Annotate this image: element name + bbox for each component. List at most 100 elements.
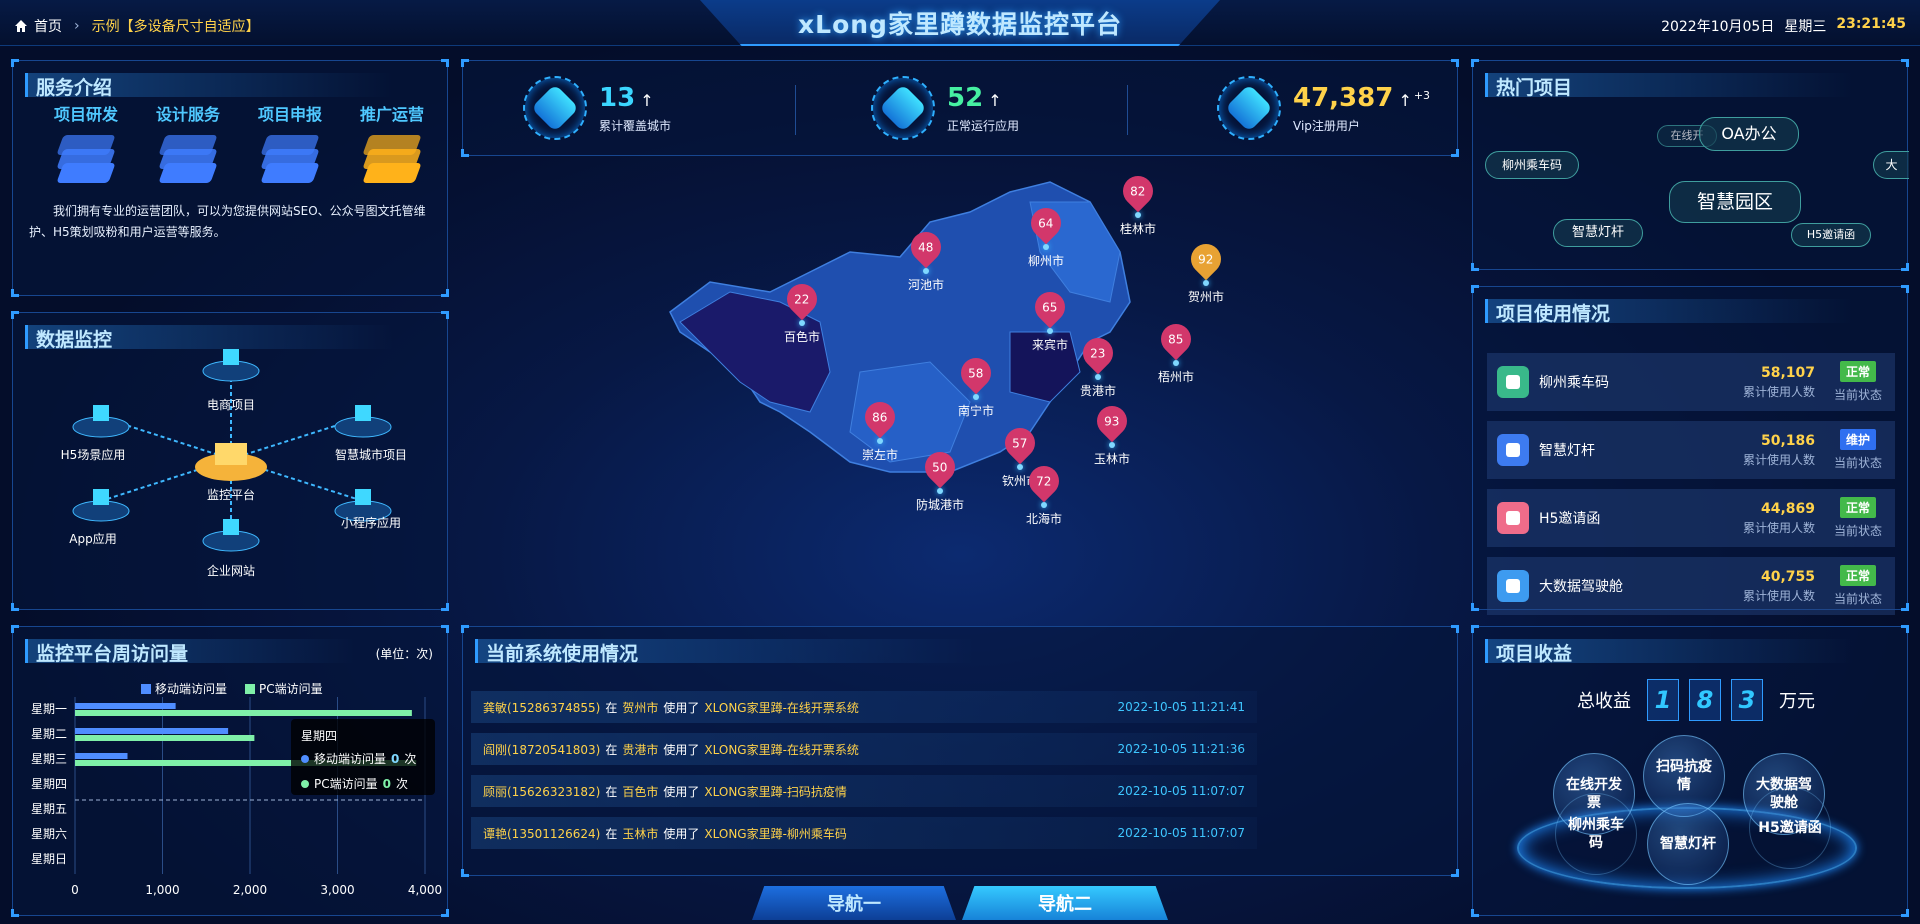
tooltip-mobile-value: 0 [391,751,400,766]
title-banner: xLong家里蹲数据监控平台 [700,0,1220,46]
service-item[interactable]: 项目研发 [41,101,131,191]
network-node-label[interactable]: 企业网站 [207,563,255,578]
project-row[interactable]: 柳州乘车码 58,107 累计使用人数 正常 当前状态 [1487,353,1895,411]
city-marker[interactable]: 86 崇左市 [848,395,912,463]
city-name: 梧州市 [1157,370,1194,384]
city-name: 桂林市 [1119,222,1156,236]
network-node-label[interactable]: 智慧城市项目 [335,447,407,462]
city-marker[interactable]: 50 防城港市 [908,445,972,513]
bar[interactable] [75,728,229,734]
legend-label[interactable]: PC端访问量 [259,682,323,696]
up-arrow-icon: ↑ [640,90,654,110]
stack-icon [54,131,118,191]
nav-button-2[interactable]: 导航二 [962,886,1168,920]
bar[interactable] [75,735,255,741]
city-marker[interactable]: 22 百色市 [770,277,834,345]
home-icon[interactable] [14,19,28,33]
network-node-label[interactable]: H5场景应用 [61,447,126,462]
chevron-right-icon: › [74,18,80,34]
revenue-ball-lamp[interactable]: 智慧灯杆 [1647,803,1729,885]
hot-tag-h5[interactable]: H5邀请函 [1791,223,1871,247]
platform-hub-label[interactable]: 监控平台 [207,487,255,502]
bar[interactable] [75,703,176,709]
city-marker[interactable]: 85 梧州市 [1144,317,1208,385]
network-node-label[interactable]: 电商项目 [207,397,255,412]
hot-tag-park[interactable]: 智慧园区 [1669,181,1801,223]
city-marker[interactable]: 64 柳州市 [1014,201,1078,269]
city-value: 86 [872,410,888,424]
city-name: 北海市 [1025,512,1062,526]
app-icon [93,489,109,505]
usage-used: 使用了 [663,826,700,841]
project-value: 40,755 [1760,568,1815,585]
city-marker[interactable]: 72 北海市 [1012,459,1076,527]
kpi-icon [523,76,587,140]
network-node-label[interactable]: App应用 [69,531,116,546]
city-marker[interactable]: 23 贵港市 [1066,331,1130,399]
city-marker[interactable]: 82 桂林市 [1106,169,1170,237]
project-row[interactable]: H5邀请函 44,869 累计使用人数 正常 当前状态 [1487,489,1895,547]
project-value: 50,186 [1760,432,1815,449]
city-name: 防城港市 [915,498,964,512]
weekly-panel: 监控平台周访问量 (单位：次) 移动端访问量 PC端访问量 0 1,000 2,000 3… [11,625,449,917]
city-dot [1041,502,1047,508]
city-value: 72 [1036,474,1052,488]
city-marker[interactable]: 58 南宁市 [944,351,1008,419]
service-item[interactable]: 设计服务 [143,101,233,191]
weekday-text: 星期三 [1784,19,1827,35]
map-pin-icon: 86 [858,395,902,439]
city-name: 百色市 [783,330,820,344]
tooltip-pc-value: 0 [382,776,391,791]
service-item[interactable]: 推广运营 [347,101,437,191]
usage-used: 使用了 [663,742,700,757]
project-row[interactable]: 大数据驾驶舱 40,755 累计使用人数 正常 当前状态 [1487,557,1895,615]
usage-row[interactable]: 顾丽(15626323182) 在百色市 使用了 XLONG家里蹲-扫码抗疫情 2022… [471,775,1257,807]
usage-in: 在 [605,784,618,799]
city-dot [973,394,979,400]
hot-tag-more[interactable]: 大 [1873,151,1909,179]
nav-button-1[interactable]: 导航一 [752,886,956,920]
city-marker[interactable]: 92 贺州市 [1174,237,1238,305]
service-item[interactable]: 项目申报 [245,101,335,191]
project-value-label: 累计使用人数 [1742,520,1815,535]
hot-tag-lamp[interactable]: 智慧灯杆 [1553,219,1643,247]
legend-label[interactable]: 移动端访问量 [155,682,227,696]
up-arrow-icon: ↑ [988,90,1002,110]
revenue-title: 项目收益 [1485,639,1854,665]
project-row[interactable]: 智慧灯杆 50,186 累计使用人数 维护 当前状态 [1487,421,1895,479]
city-marker[interactable]: 93 玉林市 [1080,399,1144,467]
city-dot [937,488,943,494]
usage-city: 贵港市 [622,742,659,757]
monitor-network-diagram: 电商项目 H5场景应用 智慧城市项目 App应用 小程序应用企业网站 监控平台 [61,349,407,578]
kpi-value: 52 [947,82,984,113]
city-value: 92 [1198,252,1214,266]
city-value: 65 [1042,300,1058,314]
city-marker[interactable]: 48 河池市 [894,225,958,293]
project-status-label: 当前状态 [1833,592,1882,606]
breadcrumb-example[interactable]: 示例【多设备尺寸自适应】 [92,16,260,36]
breadcrumb-home[interactable]: 首页 [34,16,62,36]
network-node-label[interactable]: 小程序应用 [341,515,401,530]
city-value: 23 [1090,346,1106,360]
revenue-ball-h5[interactable]: H5邀请函 [1749,787,1831,869]
page-title: xLong家里蹲数据监控平台 [798,10,1122,39]
service-label: 推广运营 [359,105,424,124]
usage-row[interactable]: 阎刚(18720541803) 在贵港市 使用了 XLONG家里蹲-在线开票系统 202… [471,733,1257,765]
service-label: 设计服务 [155,105,220,124]
app-icon [223,519,239,535]
usage-user: 顾丽(15626323182) [483,784,601,799]
revenue-display: 总收益 1 8 3 万元 [1577,679,1815,721]
revenue-ball-bus-code[interactable]: 柳州乘车码 [1555,793,1637,875]
bar[interactable] [75,710,412,716]
kpi-value: 47,387 [1293,82,1394,113]
hot-tag-oa[interactable]: OA办公 [1699,117,1799,151]
city-dot [1135,212,1141,218]
hot-tag-bus-code[interactable]: 柳州乘车码 [1485,151,1579,179]
usage-row[interactable]: 龚敏(15286374855) 在贺州市 使用了 XLONG家里蹲-在线开票系统 202… [471,691,1257,723]
usage-row[interactable]: 谭艳(13501126624) 在玉林市 使用了 XLONG家里蹲-柳州乘车码 2022… [471,817,1257,849]
project-status-label: 当前状态 [1833,524,1882,538]
app-icon [355,405,371,421]
bar[interactable] [75,753,128,759]
kpi-label: 正常运行应用 [947,118,1020,133]
usage-used: 使用了 [663,784,700,799]
